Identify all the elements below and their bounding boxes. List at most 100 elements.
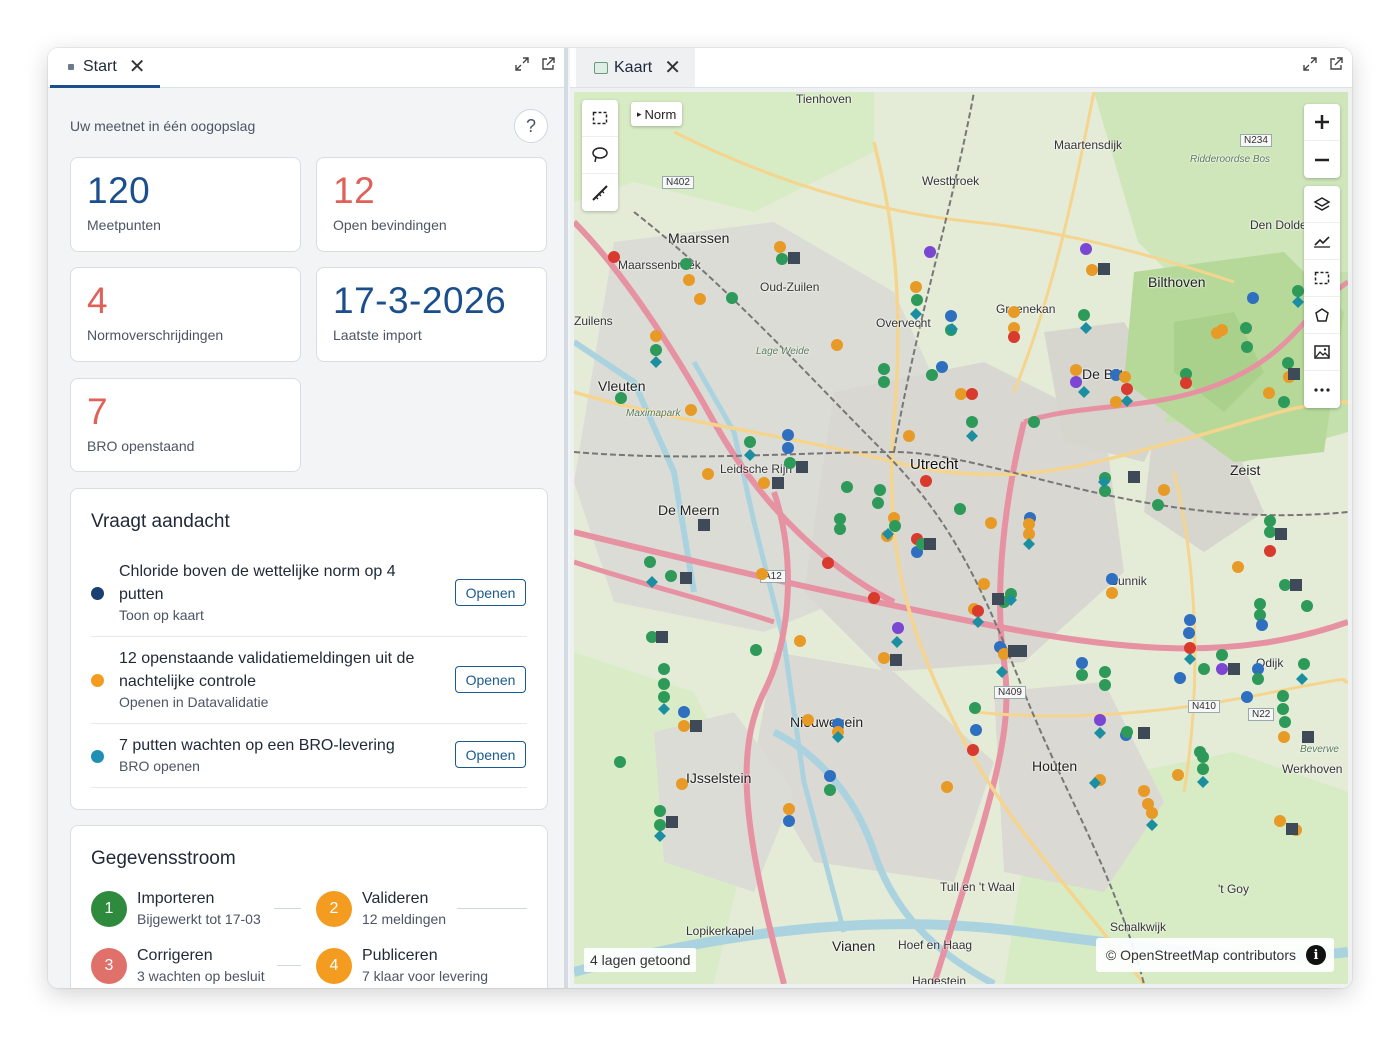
monitoring-point-marker[interactable] [1121,383,1133,395]
monitoring-point-marker[interactable] [1070,364,1082,376]
monitoring-point-marker[interactable] [784,457,796,469]
monitoring-point-marker[interactable] [1094,714,1106,726]
monitoring-point-marker[interactable] [1119,371,1131,383]
info-icon[interactable]: i [1306,945,1326,965]
monitoring-point-marker[interactable] [1086,264,1098,276]
monitoring-point-marker[interactable] [926,369,938,381]
monitoring-point-marker[interactable] [822,557,834,569]
monitoring-point-marker[interactable] [1197,763,1209,775]
monitoring-point-marker[interactable] [1278,731,1290,743]
monitoring-point-marker[interactable] [1080,243,1092,255]
monitoring-point-marker[interactable] [650,330,662,342]
station-marker[interactable] [1228,663,1240,675]
monitoring-point-marker[interactable] [726,292,738,304]
select-rect-tool[interactable] [582,100,618,137]
bro-marker[interactable] [891,636,903,648]
monitoring-point-marker[interactable] [834,523,846,535]
monitoring-point-marker[interactable] [1183,627,1195,639]
bro-marker[interactable] [658,703,670,715]
monitoring-point-marker[interactable] [954,503,966,515]
monitoring-point-marker[interactable] [824,784,836,796]
polygon-icon[interactable] [1304,297,1340,334]
monitoring-point-marker[interactable] [1099,666,1111,678]
bro-marker[interactable] [972,616,984,628]
monitoring-point-marker[interactable] [776,253,788,265]
station-marker[interactable] [1288,368,1300,380]
monitoring-point-marker[interactable] [872,497,884,509]
monitoring-point-marker[interactable] [967,744,979,756]
monitoring-point-marker[interactable] [756,568,768,580]
monitoring-point-marker[interactable] [658,678,670,690]
station-marker[interactable] [924,538,936,550]
monitoring-point-marker[interactable] [1241,691,1253,703]
station-marker[interactable] [1098,263,1110,275]
popout-icon[interactable] [540,56,556,72]
attention-item-link[interactable]: Openen in Datavalidatie [119,694,268,710]
monitoring-point-marker[interactable] [1216,663,1228,675]
monitoring-point-marker[interactable] [1254,609,1266,621]
monitoring-point-marker[interactable] [1099,679,1111,691]
monitoring-point-marker[interactable] [1252,673,1264,685]
monitoring-point-marker[interactable] [1232,561,1244,573]
station-marker[interactable] [1275,528,1287,540]
monitoring-point-marker[interactable] [1194,746,1206,758]
station-marker[interactable] [690,720,702,732]
monitoring-point-marker[interactable] [1174,672,1186,684]
close-icon[interactable]: ✕ [129,57,146,77]
monitoring-point-marker[interactable] [1241,341,1253,353]
bro-marker[interactable] [1184,653,1196,665]
monitoring-point-marker[interactable] [1277,690,1289,702]
monitoring-point-marker[interactable] [678,706,690,718]
monitoring-point-marker[interactable] [1264,545,1276,557]
monitoring-point-marker[interactable] [1264,515,1276,527]
monitoring-point-marker[interactable] [782,429,794,441]
bro-marker[interactable] [744,449,756,461]
monitoring-point-marker[interactable] [1008,306,1020,318]
monitoring-point-marker[interactable] [1180,377,1192,389]
zoom-in-button[interactable] [1304,104,1340,141]
monitoring-point-marker[interactable] [1076,657,1088,669]
flow-step-import[interactable]: 1 Importeren Bijgewerkt tot 17-03 [91,890,261,927]
monitoring-point-marker[interactable] [1277,703,1289,715]
monitoring-point-marker[interactable] [1274,815,1286,827]
station-marker[interactable] [772,477,784,489]
monitoring-point-marker[interactable] [683,274,695,286]
monitoring-point-marker[interactable] [665,570,677,582]
monitoring-point-marker[interactable] [985,517,997,529]
monitoring-point-marker[interactable] [676,778,688,790]
monitoring-point-marker[interactable] [911,294,923,306]
bro-marker[interactable] [910,308,922,320]
stat-card-laatste-import[interactable]: 17-3-2026 Laatste import [316,267,547,362]
monitoring-point-marker[interactable] [1152,499,1164,511]
monitoring-point-marker[interactable] [966,416,978,428]
stat-card-open-bevindingen[interactable]: 12 Open bevindingen [316,157,547,252]
monitoring-point-marker[interactable] [702,468,714,480]
monitoring-point-marker[interactable] [1256,619,1268,631]
monitoring-point-marker[interactable] [1301,600,1313,612]
norm-toggle[interactable]: ▸ Norm [631,102,683,126]
station-marker[interactable] [1286,823,1298,835]
bro-marker[interactable] [996,666,1008,678]
monitoring-point-marker[interactable] [924,246,936,258]
stat-card-meetpunten[interactable]: 120 Meetpunten [70,157,301,252]
chart-line-icon[interactable] [1304,223,1340,260]
monitoring-point-marker[interactable] [1247,292,1259,304]
monitoring-point-marker[interactable] [1240,322,1252,334]
station-marker[interactable] [1290,579,1302,591]
zoom-out-button[interactable] [1304,141,1340,178]
monitoring-point-marker[interactable] [1198,663,1210,675]
monitoring-point-marker[interactable] [608,251,620,263]
bro-marker[interactable] [1146,819,1158,831]
monitoring-point-marker[interactable] [783,803,795,815]
monitoring-point-marker[interactable] [1172,769,1184,781]
monitoring-point-marker[interactable] [1008,331,1020,343]
monitoring-point-marker[interactable] [615,392,627,404]
bro-marker[interactable] [650,356,662,368]
bro-marker[interactable] [646,576,658,588]
monitoring-point-marker[interactable] [868,592,880,604]
monitoring-point-marker[interactable] [783,815,795,827]
monitoring-point-marker[interactable] [878,376,890,388]
monitoring-point-marker[interactable] [1106,573,1118,585]
monitoring-point-marker[interactable] [920,475,932,487]
expand-icon[interactable] [514,56,530,72]
